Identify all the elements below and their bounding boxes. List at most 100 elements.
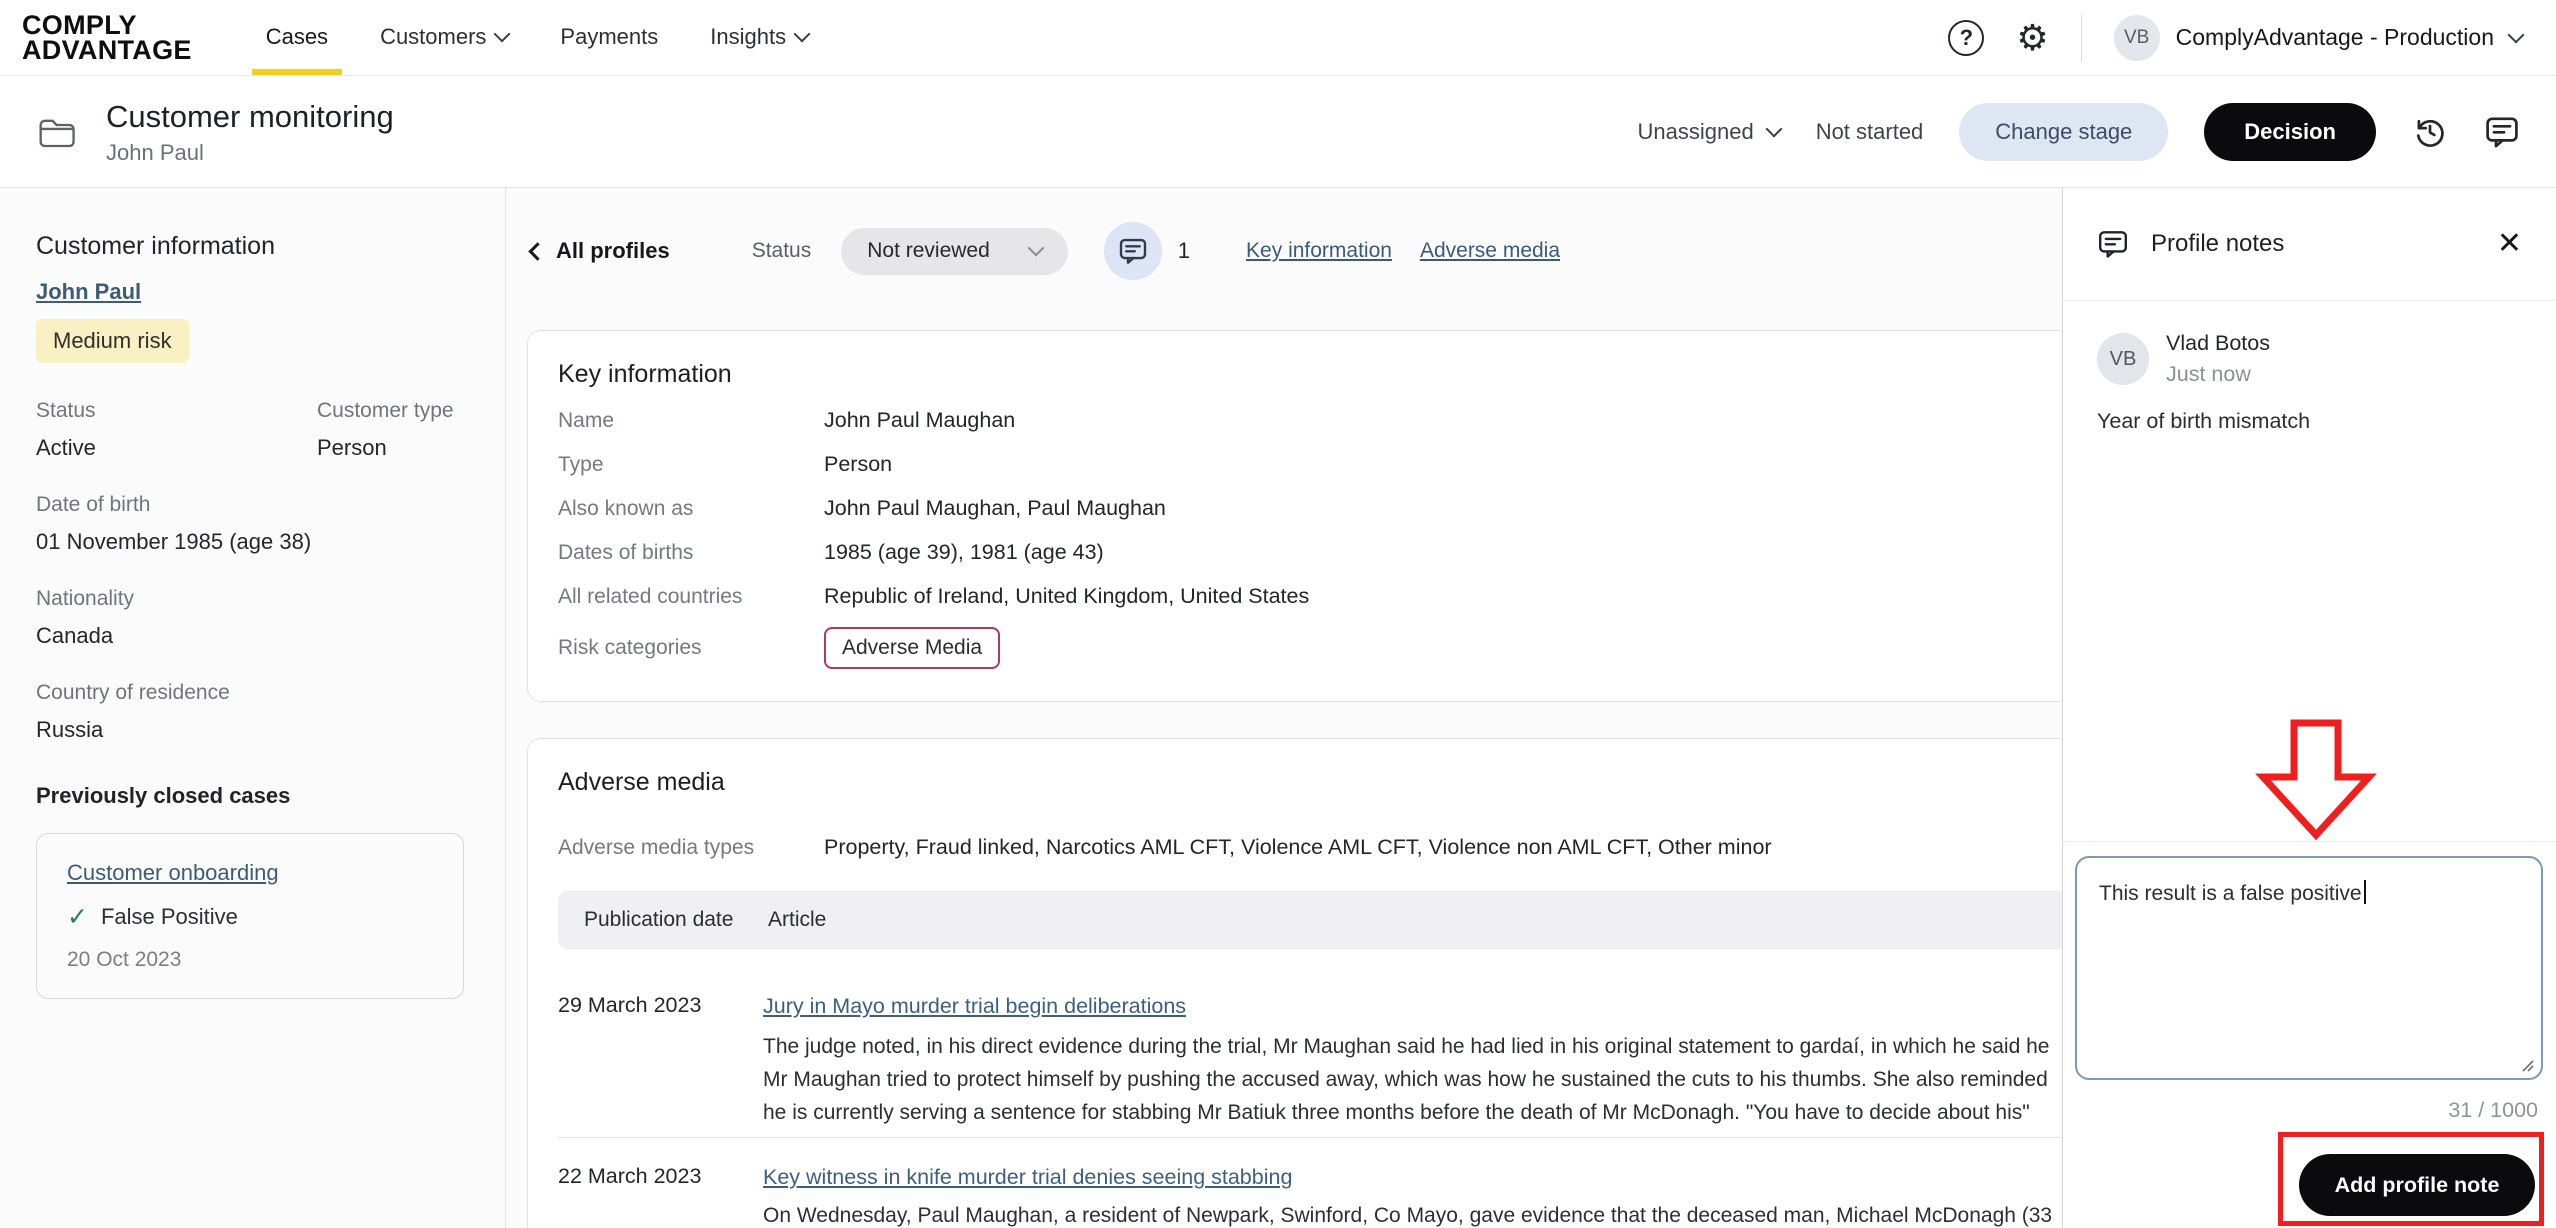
note-input[interactable]: This result is a false positive bbox=[2075, 856, 2543, 1080]
account-menu[interactable]: VB ComplyAdvantage - Production bbox=[2113, 14, 2525, 61]
jump-link-key-information[interactable]: Key information bbox=[1246, 239, 1392, 263]
help-icon[interactable]: ? bbox=[1948, 19, 1985, 56]
avatar: VB bbox=[2113, 14, 2160, 61]
kv-label: Dates of births bbox=[558, 540, 694, 564]
comment-bubble-icon bbox=[1119, 238, 1146, 264]
gear-icon[interactable]: ⚙ bbox=[2016, 19, 2048, 56]
note-timestamp: Just now bbox=[2166, 362, 2251, 386]
change-stage-button[interactable]: Change stage bbox=[1959, 103, 2169, 161]
back-label: All profiles bbox=[556, 238, 670, 263]
adverse-types-label: Adverse media types bbox=[558, 835, 755, 859]
resize-handle-icon[interactable] bbox=[2520, 1058, 2534, 1072]
nav-item-label: Insights bbox=[710, 24, 787, 49]
article-snippet: On Wednesday, Paul Maughan, a resident o… bbox=[763, 1204, 2053, 1227]
nationality-value: Canada bbox=[36, 623, 114, 648]
logo-line-2: ADVANTAGE bbox=[22, 34, 192, 65]
jump-link-adverse-media[interactable]: Adverse media bbox=[1420, 239, 1560, 263]
chevron-left-icon bbox=[528, 241, 547, 261]
key-information-card: Key information Name John Paul Maughan T… bbox=[527, 330, 2062, 702]
article-row: 22 March 2023 Key witness in knife murde… bbox=[558, 1164, 2062, 1228]
adverse-media-title: Adverse media bbox=[558, 768, 725, 796]
kv-label: Name bbox=[558, 408, 615, 432]
top-nav: COMPLY ADVANTAGE Cases Customers Payment… bbox=[0, 0, 2556, 76]
nav-menu: Cases Customers Payments Insights bbox=[240, 0, 834, 75]
risk-categories-label: Risk categories bbox=[558, 636, 702, 659]
article-title-link[interactable]: Key witness in knife murder trial denies… bbox=[763, 1164, 1292, 1191]
kv-value: Republic of Ireland, United Kingdom, Uni… bbox=[824, 584, 1310, 608]
customer-type-value: Person bbox=[317, 435, 387, 460]
profile-comments-button[interactable] bbox=[1103, 222, 1162, 280]
back-to-all-profiles[interactable]: All profiles bbox=[528, 238, 670, 264]
history-icon[interactable] bbox=[2412, 114, 2448, 150]
note-avatar: VB bbox=[2097, 333, 2149, 385]
profile-topbar: All profiles Status Not reviewed 1 Key i… bbox=[528, 222, 1560, 280]
add-profile-note-button[interactable]: Add profile note bbox=[2299, 1154, 2535, 1216]
status-label: Status bbox=[36, 399, 96, 422]
status-value: Active bbox=[36, 435, 96, 460]
customer-info-sidebar: Customer information John Paul Medium ri… bbox=[0, 188, 506, 1228]
kv-value: Person bbox=[824, 452, 893, 476]
dob-value: 01 November 1985 (age 38) bbox=[36, 529, 312, 554]
assignee-label: Unassigned bbox=[1637, 119, 1754, 144]
composer-divider bbox=[2063, 841, 2556, 842]
status-dropdown[interactable]: Not reviewed bbox=[841, 227, 1068, 275]
note-input-value: This result is a false positive bbox=[2099, 882, 2362, 905]
profile-notes-header: Profile notes ✕ bbox=[2063, 188, 2556, 301]
page-title: Customer monitoring bbox=[106, 98, 394, 134]
case-header: Customer monitoring John Paul Unassigned… bbox=[0, 77, 2556, 188]
assignee-dropdown[interactable]: Unassigned bbox=[1637, 119, 1783, 145]
note-author: Vlad Botos bbox=[2166, 331, 2270, 355]
content-area: Customer information John Paul Medium ri… bbox=[0, 188, 2556, 1228]
page-subtitle: John Paul bbox=[106, 139, 204, 165]
article-row: 29 March 2023 Jury in Mayo murder trial … bbox=[558, 993, 2062, 1129]
article-title-link[interactable]: Jury in Mayo murder trial begin delibera… bbox=[763, 993, 1186, 1020]
stage-status: Not started bbox=[1815, 119, 1924, 144]
article-date: 29 March 2023 bbox=[558, 993, 702, 1017]
comply-advantage-logo: COMPLY ADVANTAGE bbox=[22, 9, 192, 65]
chevron-down-icon bbox=[493, 25, 511, 43]
comment-count: 1 bbox=[1177, 238, 1191, 263]
kv-value: John Paul Maughan bbox=[824, 408, 1016, 432]
customer-name-link[interactable]: John Paul bbox=[36, 279, 141, 305]
chevron-down-icon bbox=[2507, 26, 2525, 43]
kv-label: Also known as bbox=[558, 496, 694, 520]
profile-notes-title: Profile notes bbox=[2151, 230, 2285, 257]
kv-value: 1985 (age 39), 1981 (age 43) bbox=[824, 540, 1104, 564]
risk-category-chip: Adverse Media bbox=[824, 627, 1001, 669]
note-item: VB Vlad Botos Just now Year of birth mis… bbox=[2063, 301, 2556, 434]
kv-value: John Paul Maughan, Paul Maughan bbox=[824, 496, 1166, 520]
nav-right: ? ⚙ VB ComplyAdvantage - Production bbox=[1948, 13, 2525, 62]
nav-item-label: Payments bbox=[560, 24, 659, 49]
chevron-down-icon bbox=[1765, 120, 1783, 138]
chevron-down-icon bbox=[1027, 239, 1045, 257]
closed-case-result: False Positive bbox=[100, 904, 238, 929]
nav-item-insights[interactable]: Insights bbox=[696, 0, 822, 75]
column-article: Article bbox=[768, 908, 827, 931]
check-icon: ✓ bbox=[67, 903, 88, 931]
nav-item-label: Customers bbox=[380, 24, 487, 49]
character-counter: 31 / 1000 bbox=[2448, 1098, 2538, 1122]
notes-icon bbox=[2099, 231, 2128, 258]
chevron-down-icon bbox=[793, 25, 811, 43]
status-dropdown-value: Not reviewed bbox=[867, 239, 990, 262]
logo-line-1: COMPLY bbox=[22, 9, 137, 40]
close-icon[interactable]: ✕ bbox=[2497, 229, 2522, 259]
status-label: Status bbox=[751, 239, 812, 262]
article-snippet: The judge noted, in his direct evidence … bbox=[763, 1035, 2050, 1124]
risk-badge: Medium risk bbox=[36, 319, 189, 363]
nav-item-payments[interactable]: Payments bbox=[546, 0, 672, 75]
nav-item-label: Cases bbox=[265, 24, 329, 49]
comments-icon[interactable] bbox=[2484, 114, 2520, 150]
nav-item-cases[interactable]: Cases bbox=[251, 0, 343, 75]
decision-button[interactable]: Decision bbox=[2204, 103, 2376, 161]
nav-item-customers[interactable]: Customers bbox=[366, 0, 522, 75]
kv-label: All related countries bbox=[558, 584, 743, 608]
adverse-types-value: Property, Fraud linked, Narcotics AML CF… bbox=[824, 835, 1772, 859]
row-divider bbox=[558, 1137, 2062, 1138]
nationality-label: Nationality bbox=[36, 587, 135, 610]
adverse-table-header: Publication date Article bbox=[558, 891, 2062, 949]
closed-case-link[interactable]: Customer onboarding bbox=[67, 860, 279, 885]
kv-label: Type bbox=[558, 452, 604, 476]
sidebar-title: Customer information bbox=[36, 232, 275, 260]
residence-value: Russia bbox=[36, 717, 104, 742]
